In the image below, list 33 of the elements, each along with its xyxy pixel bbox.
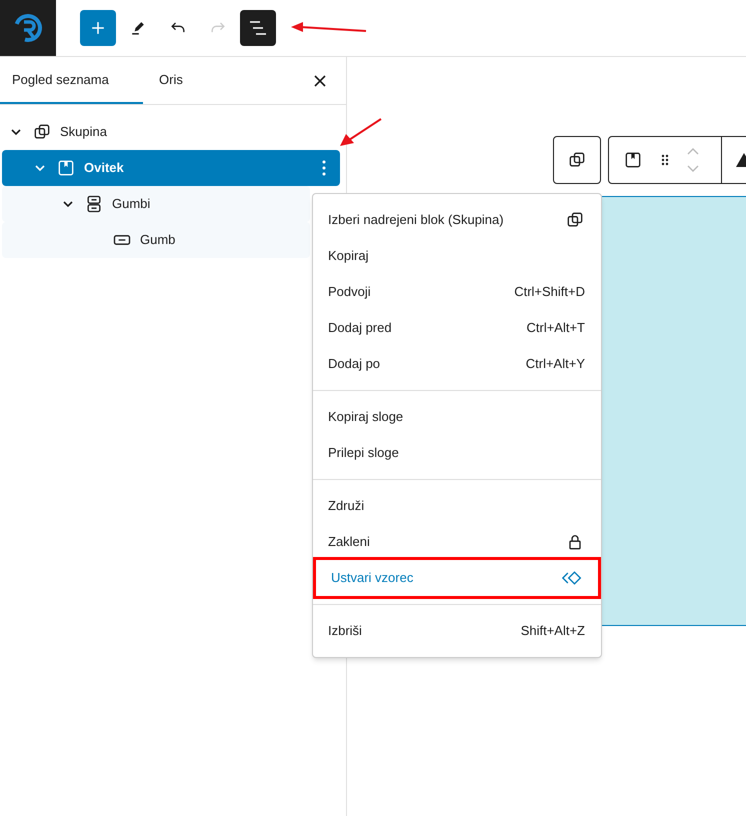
menu-item[interactable]: Podvoji Ctrl+Shift+D (313, 274, 601, 310)
menu-item[interactable]: Kopiraj sloge (313, 399, 601, 435)
tree-item-label: Gumbi (112, 195, 152, 214)
menu-item[interactable]: Izbriši Shift+Alt+Z (313, 613, 601, 649)
tree-item[interactable]: Ovitek (2, 150, 340, 186)
keyboard-shortcut: Ctrl+Alt+T (526, 319, 585, 338)
tree-item[interactable]: Skupina (2, 114, 340, 150)
tree-item[interactable]: Gumbi (2, 186, 310, 222)
tree-item-label: Ovitek (84, 159, 125, 178)
keyboard-shortcut: Shift+Alt+Z (520, 622, 585, 640)
site-logo[interactable] (0, 0, 56, 56)
annotation-arrow (339, 117, 383, 147)
select-parent-button[interactable] (553, 136, 601, 184)
tree-item[interactable]: Gumb (2, 222, 310, 258)
menu-item[interactable]: Ustvari vzorec (316, 560, 598, 596)
close-icon[interactable] (312, 72, 328, 88)
bookmark-square-icon (56, 158, 76, 178)
keyboard-shortcut: Ctrl+Alt+Y (526, 355, 585, 374)
menu-item[interactable]: Kopiraj (313, 238, 601, 274)
bookmark-square-icon (623, 150, 643, 170)
menu-item[interactable]: Zakleni (313, 524, 601, 560)
tree-item-label: Skupina (60, 123, 108, 142)
menu-item[interactable]: Združi (313, 488, 601, 524)
panel-tab[interactable]: Pogled seznama (0, 57, 143, 104)
menu-item[interactable]: Izberi nadrejeni blok (Skupina) (313, 202, 601, 238)
menu-item[interactable]: Dodaj pred Ctrl+Alt+T (313, 310, 601, 346)
panel-tab[interactable]: Oris (147, 57, 207, 104)
list-view-button[interactable] (240, 10, 276, 46)
keyboard-shortcut: Ctrl+Shift+D (514, 283, 585, 302)
menu-item[interactable]: Dodaj po Ctrl+Alt+Y (313, 346, 601, 382)
add-button[interactable] (80, 10, 116, 46)
menu-item[interactable]: Prilepi sloge (313, 435, 601, 471)
tree-item-label: Gumb (140, 231, 176, 250)
